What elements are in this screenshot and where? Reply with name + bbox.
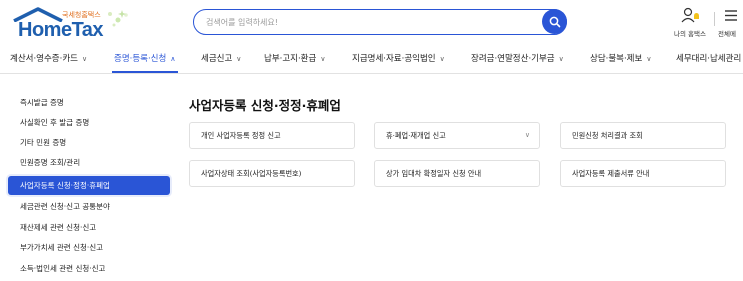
- nav-item-label: 장려금·연말정산·기부금: [471, 54, 555, 64]
- search-button[interactable]: [542, 9, 567, 34]
- chevron-down-icon: ∨: [558, 55, 564, 63]
- logo-text: HomeTax: [18, 19, 104, 41]
- chevron-down-icon: ∨: [81, 55, 88, 63]
- sidebar-item-common-tax-application[interactable]: 세금관련 신청·신고 공통분야: [8, 197, 170, 216]
- search-input[interactable]: [206, 14, 536, 30]
- card-required-documents[interactable]: 사업자등록 제출서류 안내: [560, 160, 726, 187]
- nav-item-payment-statement[interactable]: 지급명세·자료·공익법인 ∨: [352, 52, 445, 64]
- nav-item-label: 지급명세·자료·공익법인: [352, 54, 436, 64]
- hometax-logo[interactable]: 국세청홈택스 HomeTax: [10, 6, 128, 41]
- sidebar-item-income-corporate-tax[interactable]: 소득·법인세 관련 신청·신고: [8, 259, 170, 278]
- sidebar-item-fact-check-certificate[interactable]: 사실확인 후 발급 증명: [8, 113, 170, 132]
- chevron-down-icon: ∨: [646, 55, 652, 63]
- nav-item-invoice-receipt-card[interactable]: 계산서·영수증·카드 ∨: [10, 52, 87, 64]
- nav-item-consultation-appeal[interactable]: 상담·불복·제보 ∨: [590, 52, 651, 64]
- user-bell-icon: [681, 7, 699, 23]
- nav-item-label: 세금신고: [201, 54, 233, 64]
- nav-item-label: 상담·불복·제보: [590, 54, 643, 64]
- sidebar-item-certificate-management[interactable]: 민원증명 조회/관리: [8, 153, 170, 172]
- sidebar-item-vat[interactable]: 부가가치세 관련 신청·신고: [8, 238, 170, 257]
- card-label: 사업자상태 조회(사업자등록번호): [201, 169, 302, 178]
- nav-item-label: 증명·등록·신청: [114, 54, 167, 64]
- chevron-up-icon: ∧: [170, 55, 176, 63]
- header-divider: [714, 12, 715, 26]
- chevron-down-icon: ∨: [439, 55, 445, 63]
- my-hometax-label: 나의 홈택스: [674, 30, 706, 38]
- sidebar-item-property-tax[interactable]: 재산제세 관련 신청·신고: [8, 218, 170, 237]
- header: 국세청홈택스 HomeTax 나의 홈택스: [0, 0, 743, 44]
- nav-item-label: 세무대리·납세관리: [676, 54, 742, 64]
- sidebar-item-other-certificate[interactable]: 기타 민원 증명: [8, 133, 170, 152]
- nav-item-label: 계산서·영수증·카드: [10, 54, 78, 64]
- nav-item-label: 납부·고지·환급: [264, 54, 317, 64]
- sidebar-item-instant-certificate[interactable]: 즉시발급 증명: [8, 93, 170, 112]
- card-lease-fixed-date[interactable]: 상가 임대차 확정일자 신청 안내: [374, 160, 540, 187]
- main-nav: 계산서·영수증·카드 ∨ 증명·등록·신청 ∧ 세금신고 ∨ 납부·고지·환급 ∨ 지급…: [0, 44, 743, 74]
- nav-item-certificate-registration[interactable]: 증명·등록·신청 ∧: [114, 52, 175, 64]
- sidebar-item-business-registration[interactable]: 사업자등록 신청·정정·휴폐업: [8, 176, 170, 195]
- card-label: 휴·폐업·재개업 신고: [386, 131, 446, 140]
- chevron-down-icon: ∨: [524, 131, 530, 139]
- search-icon: [549, 16, 560, 27]
- card-application-result[interactable]: 민원신청 처리결과 조회: [560, 122, 726, 149]
- card-label: 상가 임대차 확정일자 신청 안내: [386, 169, 482, 178]
- chevron-down-icon: ∨: [236, 55, 242, 63]
- my-hometax-button[interactable]: 나의 홈택스: [672, 7, 708, 38]
- nav-item-tax-filing[interactable]: 세금신고 ∨: [201, 52, 241, 64]
- card-individual-registration-correction[interactable]: 개인 사업자등록 정정 신고: [189, 122, 355, 149]
- nav-active-underline: [112, 71, 178, 73]
- card-label: 개인 사업자등록 정정 신고: [201, 131, 281, 140]
- all-menu-label: 전체메: [718, 30, 736, 38]
- chevron-down-icon: ∨: [320, 55, 326, 63]
- sparkle-icon: [108, 10, 128, 27]
- card-label: 사업자등록 제출서류 안내: [572, 169, 650, 178]
- nav-item-incentive-yearend[interactable]: 장려금·연말정산·기부금 ∨: [471, 52, 564, 64]
- nav-item-payment-refund[interactable]: 납부·고지·환급 ∨: [264, 52, 325, 64]
- card-label: 민원신청 처리결과 조회: [572, 131, 643, 140]
- page-title: 사업자등록 신청·정정·휴폐업: [189, 98, 341, 113]
- all-menu-button[interactable]: 전체메: [718, 7, 743, 38]
- card-closure-reopen[interactable]: 휴·폐업·재개업 신고 ∨: [374, 122, 540, 149]
- hamburger-menu-icon: [725, 10, 737, 21]
- card-business-status-lookup[interactable]: 사업자상태 조회(사업자등록번호): [189, 160, 355, 187]
- nav-item-tax-agent[interactable]: 세무대리·납세관리: [676, 52, 741, 64]
- search-bar: [193, 9, 567, 35]
